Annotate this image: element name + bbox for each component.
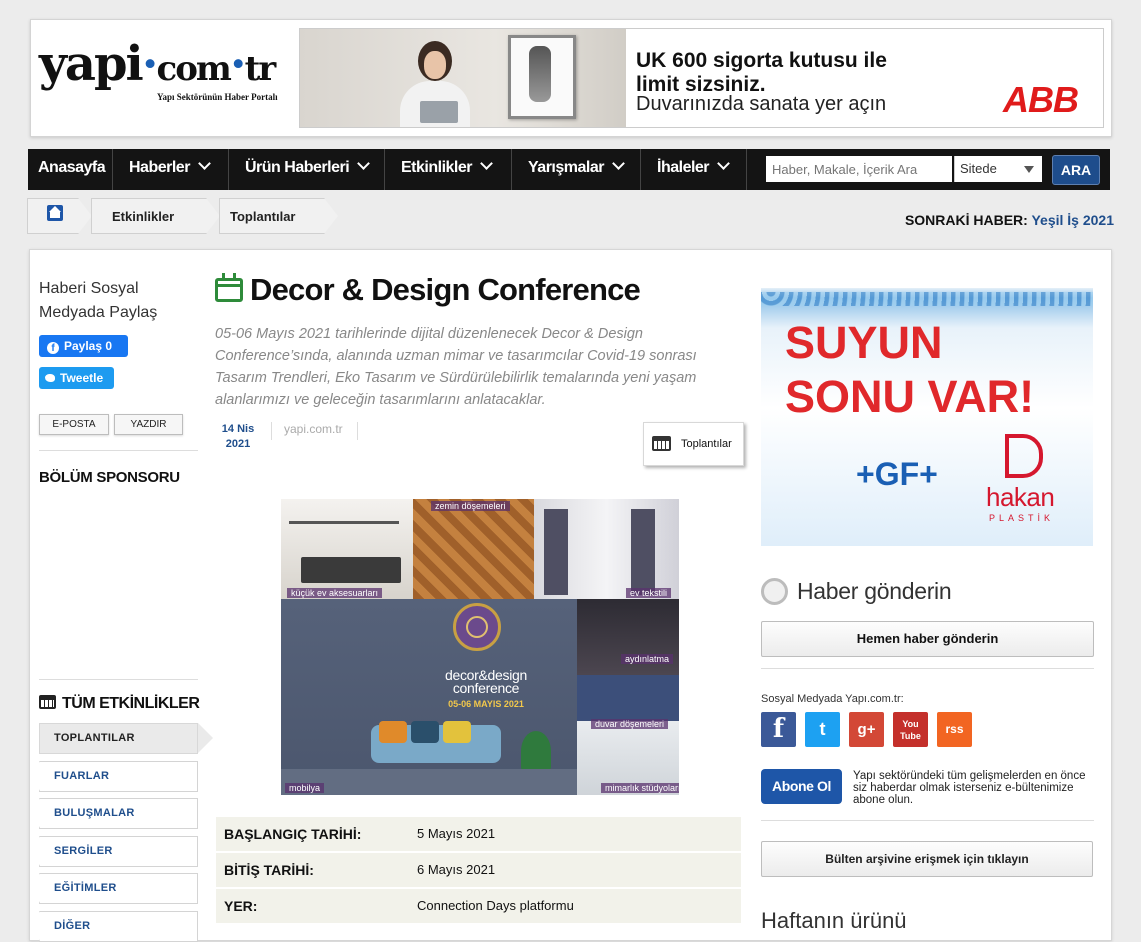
poster-label: mobilya	[285, 783, 325, 793]
home-icon	[47, 205, 63, 221]
nav-item-news[interactable]: Haberler	[113, 149, 229, 190]
banner-person-image	[400, 41, 470, 127]
poster-label: aydınlatma	[621, 654, 674, 664]
banner-headline: UK 600 sigorta kutusu ile limit sizsiniz.	[636, 49, 887, 96]
subscribe-text: Yapı sektöründeki tüm gelişmelerden en ö…	[853, 770, 1086, 806]
social-title: Sosyal Medyada Yapı.com.tr:	[761, 693, 904, 705]
conference-logo-icon	[453, 603, 501, 651]
facebook-icon[interactable]: f	[761, 712, 796, 747]
ad-brand-hakan: hakan	[986, 482, 1055, 512]
article-title: Decor & Design Conference	[215, 272, 641, 308]
facebook-share-button[interactable]: f Paylaş 0	[39, 335, 128, 357]
article-category-tag[interactable]: Toplantılar	[643, 422, 744, 466]
rss-icon[interactable]: rss	[937, 712, 972, 747]
sidebar-ad[interactable]: SUYUN SONU VAR! +GF+ hakan PLASTİK	[761, 288, 1093, 546]
breadcrumb: Etkinlikler Toplantılar	[27, 198, 338, 236]
email-button[interactable]: E-POSTA	[39, 414, 109, 435]
facebook-icon: f	[47, 342, 59, 354]
banner-subline: Duvarınızda sanata yer açın	[636, 93, 887, 115]
ad-brand-hakan-sub: PLASTİK	[989, 513, 1055, 523]
search-input[interactable]	[766, 156, 952, 182]
hakan-logo-icon	[1005, 434, 1043, 478]
chevron-down-icon	[480, 157, 493, 170]
dropdown-arrow-icon	[1024, 166, 1034, 173]
main-nav: Anasayfa Haberler Ürün Haberleri Etkinli…	[28, 149, 1110, 190]
calendar-icon	[215, 273, 243, 302]
main-content: Haberi Sosyal Medyada Paylaş f Paylaş 0 T…	[29, 249, 1112, 942]
youtube-icon[interactable]: You Tube	[893, 712, 928, 747]
table-row: YER: Connection Days platformu	[216, 889, 741, 923]
poster-label: küçük ev aksesuarları	[287, 588, 383, 598]
ad-brand-gf: +GF+	[856, 456, 938, 492]
header: yapi·com·tr Yapı Sektörünün Haber Portal…	[30, 19, 1112, 137]
logo-tagline: Yapı Sektörünün Haber Portalı	[157, 92, 278, 102]
category-meetings[interactable]: TOPLANTILAR	[39, 723, 213, 754]
category-other[interactable]: DİĞER	[39, 911, 198, 942]
site-logo[interactable]: yapi·com·tr Yapı Sektörünün Haber Portal…	[39, 34, 289, 124]
section-sponsor-title: BÖLÜM SPONSORU	[39, 469, 180, 486]
twitter-icon[interactable]: t	[805, 712, 840, 747]
ad-headline: SUYUN SONU VAR!	[785, 317, 1035, 422]
subscribe-button[interactable]: Abone Ol	[761, 769, 842, 804]
category-fairs[interactable]: FUARLAR	[39, 761, 198, 792]
category-exhibitions[interactable]: SERGİLER	[39, 836, 198, 867]
search-button[interactable]: ARA	[1052, 155, 1100, 185]
share-title: Haberi Sosyal Medyada Paylaş	[39, 280, 158, 321]
article-summary: 05-06 Mayıs 2021 tarihlerinde dijital dü…	[215, 326, 697, 408]
category-gatherings[interactable]: BULUŞMALAR	[39, 798, 198, 829]
banner-brand-logo: ABB	[1003, 79, 1079, 120]
twitter-icon	[45, 374, 55, 382]
table-row: BİTİŞ TARİHİ: 6 Mayıs 2021	[216, 853, 741, 887]
google-plus-icon[interactable]: g+	[849, 712, 884, 747]
newsletter-archive-button[interactable]: Bülten arşivine erişmek için tıklayın	[761, 841, 1093, 877]
chevron-down-icon	[612, 157, 625, 170]
pen-icon	[761, 578, 788, 605]
table-row: BAŞLANGIÇ TARİHİ: 5 Mayıs 2021	[216, 817, 741, 851]
nav-item-events[interactable]: Etkinlikler	[385, 149, 512, 190]
nav-item-product-news[interactable]: Ürün Haberleri	[229, 149, 385, 190]
nav-item-home[interactable]: Anasayfa	[28, 149, 113, 190]
next-news-link[interactable]: Yeşil İş 2021	[1031, 212, 1114, 228]
calendar-icon	[39, 695, 56, 709]
calendar-icon	[652, 436, 671, 451]
category-trainings[interactable]: EĞİTİMLER	[39, 873, 198, 904]
nav-item-tenders[interactable]: İhaleler	[641, 149, 747, 190]
search-scope-select[interactable]: Sitede	[954, 156, 1042, 182]
chevron-down-icon	[198, 157, 211, 170]
logo-text: yapi·com·tr	[39, 36, 276, 92]
breadcrumb-item-events[interactable]: Etkinlikler	[91, 198, 207, 234]
breadcrumb-item-meetings[interactable]: Toplantılar	[219, 198, 325, 234]
all-events-title: TÜM ETKİNLİKLER	[39, 695, 200, 713]
top-banner-ad[interactable]: UK 600 sigorta kutusu ile limit sizsiniz.…	[299, 28, 1104, 128]
twitter-share-button[interactable]: Tweetle	[39, 367, 114, 389]
poster-brand: decor&design conference	[444, 667, 527, 696]
poster-label: mimarlık stüdyoları	[601, 783, 679, 793]
poster-label: ev tekstili	[626, 588, 672, 598]
poster-label: zemin döşemeleri	[431, 501, 510, 511]
send-news-button[interactable]: Hemen haber gönderin	[761, 621, 1094, 657]
nav-item-competitions[interactable]: Yarışmalar	[512, 149, 641, 190]
banner-frame-image	[508, 35, 576, 119]
send-news-title: Haber gönderin	[761, 578, 952, 605]
chevron-down-icon	[357, 157, 371, 170]
event-poster-image: decor&design conference 05-06 MAYIS 2021 …	[281, 499, 679, 795]
next-news: SONRAKİ HABER: Yeşil İş 2021	[905, 212, 1114, 228]
breadcrumb-home[interactable]	[27, 198, 79, 234]
print-button[interactable]: YAZDIR	[114, 414, 183, 435]
poster-label: duvar döşemeleri	[591, 719, 669, 729]
chevron-down-icon	[717, 157, 730, 170]
event-info-table: BAŞLANGIÇ TARİHİ: 5 Mayıs 2021 BİTİŞ TARİ…	[216, 817, 741, 925]
next-news-label: SONRAKİ HABER:	[904, 212, 1028, 228]
article-source: yapi.com.tr	[284, 422, 343, 436]
product-of-week-title: Haftanın ürünü	[761, 908, 907, 933]
poster-dates: 05-06 MAYIS 2021	[448, 699, 524, 709]
article-date: 14 Nis 2021	[221, 423, 255, 450]
